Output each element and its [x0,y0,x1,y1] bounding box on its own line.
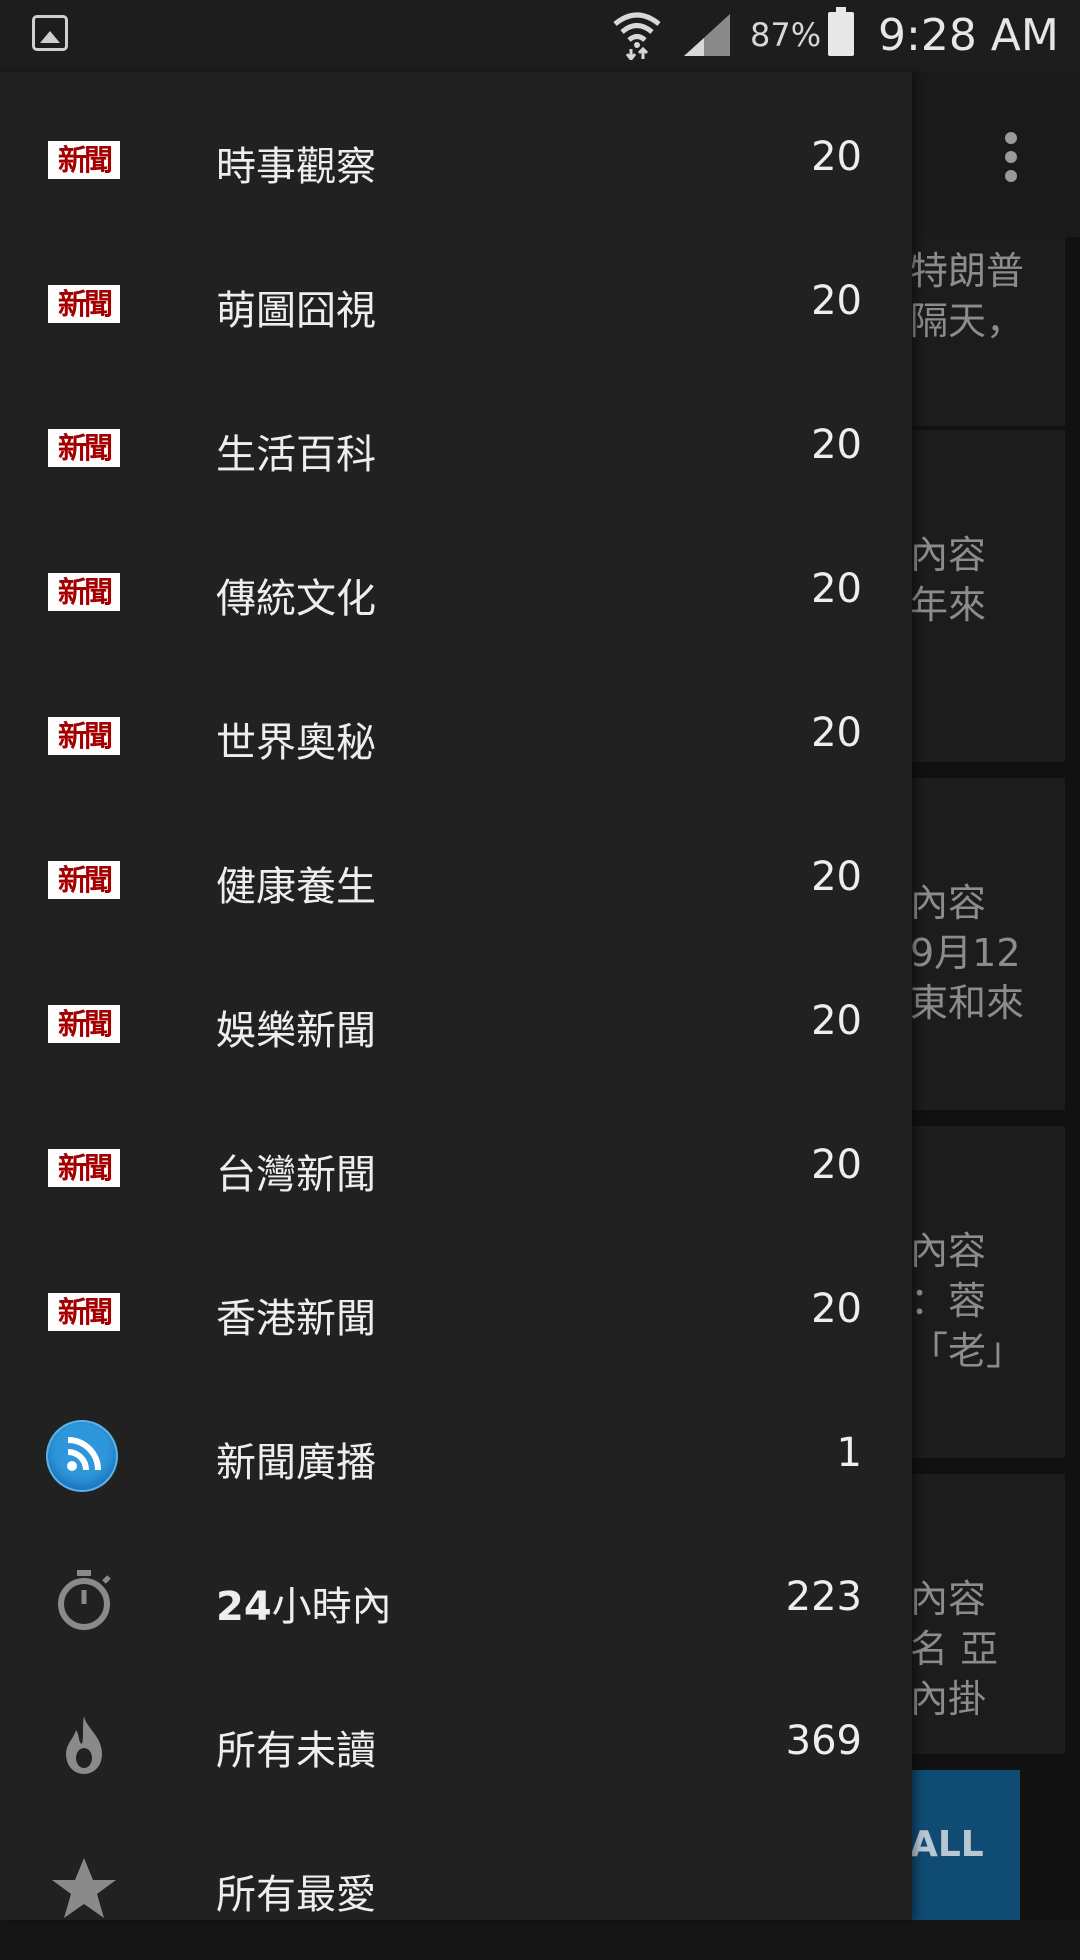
label-rest: 小時內 [271,1584,392,1630]
article-card[interactable]: 內容 年來 [890,430,1065,762]
drawer-item-count: 20 [811,854,862,900]
more-vert-icon[interactable] [1005,132,1019,184]
card-text: 隔天， [910,299,1025,343]
signal-icon [684,14,730,56]
drawer-item-hongkong-news[interactable]: 新聞 香港新聞 20 [0,1240,912,1384]
drawer-item-count: 223 [785,1574,862,1620]
drawer-item-life-encyclopedia[interactable]: 新聞 生活百科 20 [0,376,912,520]
drawer-item-label: 台灣新聞 [216,1152,376,1198]
drawer-item-count: 1 [836,1430,862,1476]
drawer-item-label: 香港新聞 [216,1296,376,1342]
flame-icon [48,1712,120,1776]
news-icon: 新聞 [48,128,120,192]
rss-icon [48,1422,120,1490]
card-text: 9月12 [910,931,1021,975]
drawer-item-cute-pics[interactable]: 新聞 萌圖囧視 20 [0,232,912,376]
card-text: 東和來 [910,981,1025,1025]
drawer-item-label: 傳統文化 [216,576,376,622]
drawer-item-all-unread[interactable]: 所有未讀 369 [0,1672,912,1816]
battery-icon [828,7,854,56]
news-icon: 新聞 [48,1280,120,1344]
drawer-item-count: 20 [811,1142,862,1188]
card-text: 內容 [910,533,987,577]
news-icon: 新聞 [48,704,120,768]
drawer-item-world-mysteries[interactable]: 新聞 世界奧秘 20 [0,664,912,808]
card-text: 名 亞 [910,1627,999,1671]
card-text: 內容 [910,1577,987,1621]
drawer-item-label: 萌圖囧視 [216,288,376,334]
news-icon: 新聞 [48,416,120,480]
card-text: 內容 [910,1229,987,1273]
drawer-item-current-affairs[interactable]: 新聞 時事觀察 20 [0,88,912,232]
battery-percent: 87% [750,16,822,54]
drawer-item-count: 20 [811,1286,862,1332]
drawer-item-count: 20 [811,134,862,180]
article-card[interactable]: 內容 ：蓉 「老」 [890,1126,1065,1458]
drawer-item-label: 世界奧秘 [216,720,376,766]
article-card[interactable]: 內容 名 亞 內掛 [890,1474,1065,1754]
drawer-item-count: 20 [811,278,862,324]
card-text: 內容 [910,881,987,925]
card-text: 內掛 [910,1677,987,1721]
drawer-item-traditional-culture[interactable]: 新聞 傳統文化 20 [0,520,912,664]
drawer-item-label: 所有最愛 [216,1872,376,1918]
label-bold: 24 [216,1584,272,1630]
drawer-item-label: 24小時內 [216,1574,392,1632]
drawer-item-label: 所有未讀 [216,1728,376,1774]
news-icon: 新聞 [48,992,120,1056]
drawer-item-count: 20 [811,422,862,468]
status-bar: 87% 9:28 AM [0,0,1080,72]
card-text: ：蓉 [910,1279,987,1323]
drawer-item-news-broadcast[interactable]: 新聞廣播 1 [0,1384,912,1528]
drawer-item-label: 娛樂新聞 [216,1008,376,1054]
drawer-item-taiwan-news[interactable]: 新聞 台灣新聞 20 [0,1096,912,1240]
drawer-item-label: 時事觀察 [216,144,376,190]
timer-icon [48,1568,120,1632]
drawer-item-health[interactable]: 新聞 健康養生 20 [0,808,912,952]
drawer-item-label: 健康養生 [216,864,376,910]
card-text: 「老」 [910,1329,1025,1373]
drawer-item-count: 20 [811,566,862,612]
news-icon: 新聞 [48,848,120,912]
card-text: 年來 [910,583,987,627]
drawer-item-count: 20 [811,710,862,756]
drawer-item-label: 新聞廣播 [216,1440,376,1486]
card-text: 特朗普 [910,249,1025,293]
drawer-item-all-favorites[interactable]: 所有最愛 [0,1816,912,1960]
drawer-item-label: 生活百科 [216,432,376,478]
news-icon: 新聞 [48,1136,120,1200]
drawer-item-count: 20 [811,998,862,1044]
clock: 9:28 AM [878,10,1059,61]
article-card[interactable]: 特朗普 隔天， [890,234,1065,426]
drawer-item-entertainment[interactable]: 新聞 娛樂新聞 20 [0,952,912,1096]
article-card[interactable]: 內容 9月12 東和來 [890,778,1065,1110]
wifi-icon [613,12,661,60]
star-icon [48,1856,120,1920]
news-icon: 新聞 [48,272,120,336]
navigation-drawer: 新聞 時事觀察 20 新聞 萌圖囧視 20 新聞 生活百科 20 新聞 傳統文化… [0,72,912,1920]
drawer-item-last-24h[interactable]: 24小時內 223 [0,1528,912,1672]
drawer-item-count: 369 [785,1718,862,1764]
gallery-icon [32,15,68,51]
news-icon: 新聞 [48,560,120,624]
